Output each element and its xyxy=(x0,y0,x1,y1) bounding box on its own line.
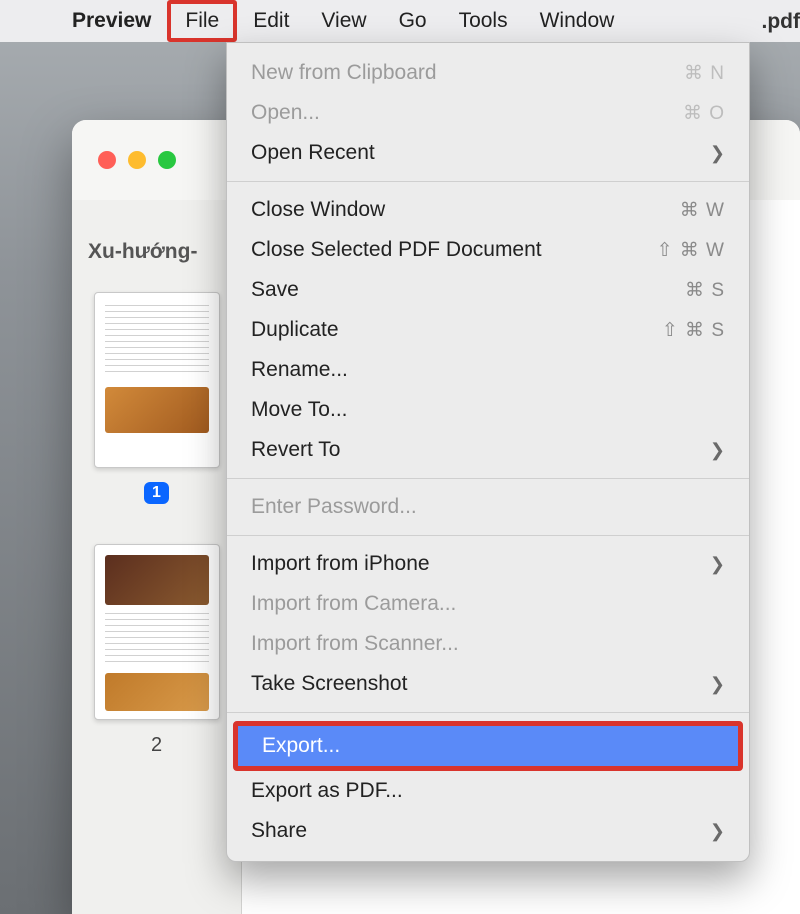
menu-separator xyxy=(227,181,749,182)
menu-item-open: Open... ⌘ O xyxy=(227,93,749,133)
menu-item-close-selected-pdf[interactable]: Close Selected PDF Document ⇧ ⌘ W xyxy=(227,230,749,270)
window-controls xyxy=(98,151,176,169)
page-thumbnail-2[interactable] xyxy=(94,544,220,720)
menubar-item-view[interactable]: View xyxy=(305,0,382,42)
thumbnail-image-preview xyxy=(105,387,209,433)
menu-item-enter-password: Enter Password... xyxy=(227,487,749,527)
menu-item-import-from-camera: Import from Camera... xyxy=(227,584,749,624)
menu-shortcut: ⌘ O xyxy=(683,102,725,125)
menu-label: Take Screenshot xyxy=(251,672,407,696)
page-thumbnail-1[interactable] xyxy=(94,292,220,468)
chevron-right-icon: ❯ xyxy=(710,143,725,164)
menubar-app-name[interactable]: Preview xyxy=(56,0,167,42)
menu-item-new-from-clipboard: New from Clipboard ⌘ N xyxy=(227,53,749,93)
menu-separator xyxy=(227,535,749,536)
sidebar-document-title: Xu-hướng- xyxy=(72,240,197,264)
menu-label: Open Recent xyxy=(251,141,375,165)
chevron-right-icon: ❯ xyxy=(710,674,725,695)
menu-shortcut: ⌘ W xyxy=(680,199,725,222)
menu-item-revert-to[interactable]: Revert To ❯ xyxy=(227,430,749,470)
chevron-right-icon: ❯ xyxy=(710,440,725,461)
menu-label: Open... xyxy=(251,101,320,125)
menubar-item-window[interactable]: Window xyxy=(524,0,631,42)
menu-label: Duplicate xyxy=(251,318,339,342)
menu-item-duplicate[interactable]: Duplicate ⇧ ⌘ S xyxy=(227,310,749,350)
menu-label: Share xyxy=(251,819,307,843)
menu-label: Export as PDF... xyxy=(251,779,403,803)
menu-separator xyxy=(227,478,749,479)
menu-label: Move To... xyxy=(251,398,348,422)
menu-label: Revert To xyxy=(251,438,341,462)
menu-label: Export... xyxy=(262,734,340,758)
minimize-window-button[interactable] xyxy=(128,151,146,169)
thumbnail-text-preview xyxy=(105,613,209,667)
menubar-item-edit[interactable]: Edit xyxy=(237,0,305,42)
menu-label: Close Selected PDF Document xyxy=(251,238,542,262)
menu-label: Enter Password... xyxy=(251,495,417,519)
menubar-item-go[interactable]: Go xyxy=(383,0,443,42)
thumbnail-text-preview xyxy=(105,305,209,375)
menu-shortcut: ⇧ ⌘ S xyxy=(662,319,725,342)
file-menu-dropdown: New from Clipboard ⌘ N Open... ⌘ O Open … xyxy=(226,42,750,862)
page-number-badge-selected: 1 xyxy=(144,482,169,504)
menu-item-share[interactable]: Share ❯ xyxy=(227,811,749,851)
menu-shortcut: ⌘ N xyxy=(684,62,725,85)
chevron-right-icon: ❯ xyxy=(710,821,725,842)
menubar-item-file[interactable]: File xyxy=(167,0,237,42)
menu-label: Import from Scanner... xyxy=(251,632,459,656)
export-highlight-annotation: Export... xyxy=(233,721,743,771)
menu-label: Save xyxy=(251,278,299,302)
menu-item-import-from-scanner: Import from Scanner... xyxy=(227,624,749,664)
menu-item-open-recent[interactable]: Open Recent ❯ xyxy=(227,133,749,173)
menu-shortcut: ⌘ S xyxy=(685,279,725,302)
menu-item-export[interactable]: Export... xyxy=(238,726,738,766)
close-window-button[interactable] xyxy=(98,151,116,169)
zoom-window-button[interactable] xyxy=(158,151,176,169)
menu-label: Close Window xyxy=(251,198,385,222)
menu-item-export-as-pdf[interactable]: Export as PDF... xyxy=(227,771,749,811)
menu-item-take-screenshot[interactable]: Take Screenshot ❯ xyxy=(227,664,749,704)
menu-shortcut: ⇧ ⌘ W xyxy=(657,239,725,262)
menu-item-import-from-iphone[interactable]: Import from iPhone ❯ xyxy=(227,544,749,584)
thumbnail-image-preview xyxy=(105,673,209,711)
menubar-item-tools[interactable]: Tools xyxy=(443,0,524,42)
thumbnail-sidebar: Xu-hướng- 1 2 xyxy=(72,200,242,914)
menu-label: Rename... xyxy=(251,358,348,382)
chevron-right-icon: ❯ xyxy=(710,554,725,575)
menu-item-rename[interactable]: Rename... xyxy=(227,350,749,390)
page-number-label: 2 xyxy=(151,734,162,757)
menubar: Preview File Edit View Go Tools Window xyxy=(0,0,800,42)
window-title-fragment: .pdf xyxy=(762,10,800,34)
menu-item-close-window[interactable]: Close Window ⌘ W xyxy=(227,190,749,230)
menu-item-move-to[interactable]: Move To... xyxy=(227,390,749,430)
menu-label: Import from iPhone xyxy=(251,552,430,576)
menu-label: New from Clipboard xyxy=(251,61,437,85)
thumbnail-image-preview xyxy=(105,555,209,605)
menu-item-save[interactable]: Save ⌘ S xyxy=(227,270,749,310)
menu-separator xyxy=(227,712,749,713)
menu-label: Import from Camera... xyxy=(251,592,456,616)
